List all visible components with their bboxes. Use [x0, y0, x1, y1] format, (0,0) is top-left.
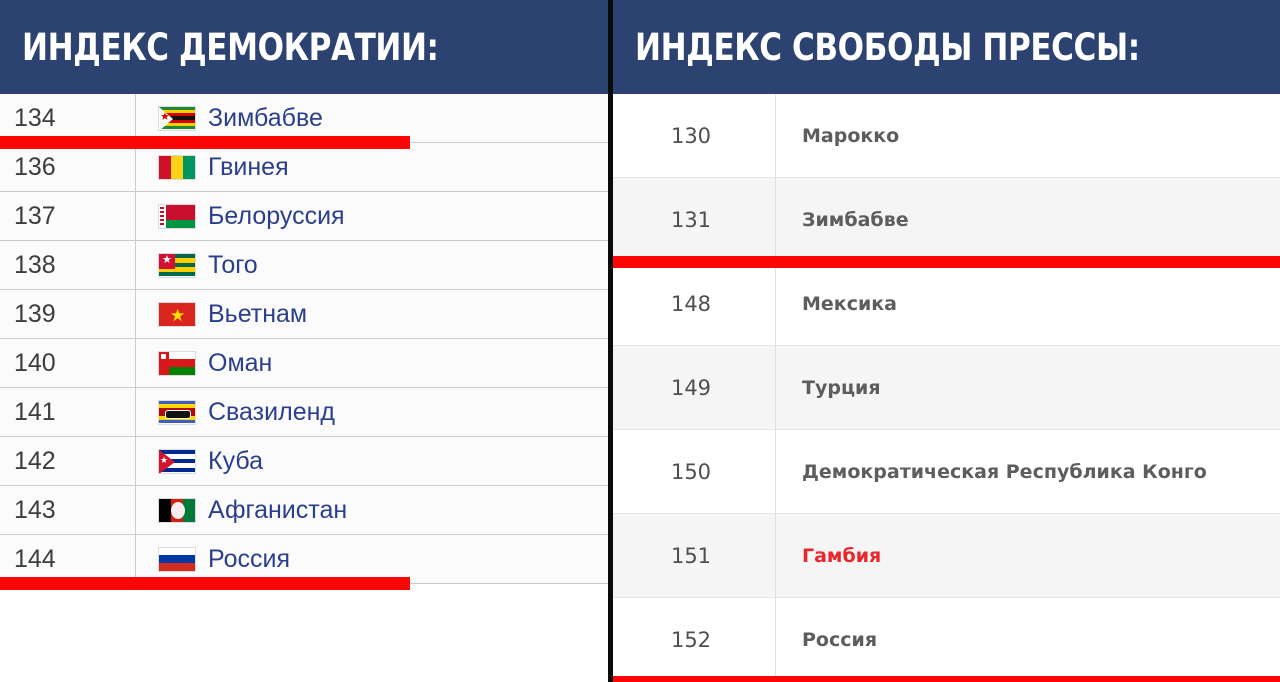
country-name[interactable]: Свазиленд [208, 398, 335, 427]
country-cell: ★ Куба [136, 437, 608, 486]
red-highlight-bar [613, 256, 1280, 268]
country-name: Марокко [802, 124, 900, 147]
table-row: 149 Турция [613, 345, 1280, 430]
rank-cell: 148 [613, 261, 776, 346]
table-row: 151 Гамбия [613, 513, 1280, 598]
country-name[interactable]: Того [208, 251, 258, 280]
country-name[interactable]: Зимбабве [208, 104, 323, 133]
table-row: 140 Оман [0, 338, 608, 388]
country-name[interactable]: Афганистан [208, 496, 347, 525]
country-name[interactable]: Вьетнам [208, 300, 307, 329]
red-highlight-bar [0, 577, 410, 590]
country-name: Мексика [802, 292, 897, 315]
table-row: 148 Мексика [613, 261, 1280, 346]
press-freedom-index-table: 130 Марокко 131 Зимбабве 148 Мексика 149 Турция… [613, 93, 1280, 682]
rank-cell: 150 [613, 429, 776, 514]
flag-vietnam-icon: ★ [158, 301, 196, 327]
country-name: Зимбабве [802, 208, 909, 231]
press-freedom-index-panel: ИНДЕКС СВОБОДЫ ПРЕССЫ: 130 Марокко 131 Зимб… [613, 0, 1280, 682]
red-highlight-bar [613, 676, 1280, 682]
democracy-index-header: ИНДЕКС ДЕМОКРАТИИ: [0, 0, 608, 94]
country-cell: Свазиленд [136, 388, 608, 437]
rank-cell: 130 [613, 93, 776, 178]
rank-cell: 140 [0, 338, 136, 388]
table-row: 142 ★ Куба [0, 436, 608, 486]
rank-cell: 149 [613, 345, 776, 430]
press-freedom-index-header: ИНДЕКС СВОБОДЫ ПРЕССЫ: [613, 0, 1280, 94]
flag-afghanistan-icon [158, 497, 196, 523]
country-cell: ★ Вьетнам [136, 290, 608, 339]
rank-cell: 141 [0, 387, 136, 437]
rank-cell: 131 [613, 177, 776, 262]
table-row: 141 Свазиленд [0, 387, 608, 437]
country-cell: Белоруссия [136, 192, 608, 241]
flag-zimbabwe-icon: ★ [158, 105, 196, 131]
table-row: 152 Россия [613, 597, 1280, 682]
flag-eswatini-icon [158, 399, 196, 425]
country-cell: Афганистан [136, 486, 608, 535]
democracy-index-panel: ИНДЕКС ДЕМОКРАТИИ: 134 ★ Зимбабве 136 Гвинея… [0, 0, 608, 682]
rank-cell: 142 [0, 436, 136, 486]
table-row: 137 Белоруссия [0, 191, 608, 241]
press-freedom-index-title: ИНДЕКС СВОБОДЫ ПРЕССЫ: [635, 25, 1140, 69]
country-name[interactable]: Белоруссия [208, 202, 345, 231]
country-name[interactable]: Оман [208, 349, 272, 378]
rank-cell: 138 [0, 240, 136, 290]
red-highlight-bar [0, 136, 410, 149]
democracy-index-title: ИНДЕКС ДЕМОКРАТИИ: [22, 25, 439, 69]
country-cell: Гвинея [136, 143, 608, 192]
country-name: Россия [802, 628, 878, 651]
rank-cell: 136 [0, 142, 136, 192]
rank-cell: 143 [0, 485, 136, 535]
flag-oman-icon [158, 350, 196, 376]
flag-cuba-icon: ★ [158, 448, 196, 474]
table-row: 150 Демократическая Республика Конго [613, 429, 1280, 514]
country-name: Демократическая Республика Конго [802, 460, 1207, 483]
country-cell: Оман [136, 339, 608, 388]
table-row: 136 Гвинея [0, 142, 608, 192]
rank-cell: 152 [613, 597, 776, 682]
flag-togo-icon: ★ [158, 252, 196, 278]
flag-belarus-icon [158, 203, 196, 229]
flag-guinea-icon [158, 154, 196, 180]
rank-cell: 137 [0, 191, 136, 241]
country-name: Турция [802, 376, 881, 399]
country-name[interactable]: Гвинея [208, 153, 289, 182]
country-name[interactable]: Куба [208, 447, 263, 476]
democracy-index-table: 134 ★ Зимбабве 136 Гвинея 137 Белоруссия 138 ★ То… [0, 93, 608, 590]
country-name[interactable]: Россия [208, 545, 290, 574]
table-row: 143 Афганистан [0, 485, 608, 535]
comparison-infographic: ИНДЕКС ДЕМОКРАТИИ: 134 ★ Зимбабве 136 Гвинея… [0, 0, 1280, 682]
table-row: 130 Марокко [613, 93, 1280, 178]
country-name-highlighted: Гамбия [802, 544, 882, 567]
table-row: 131 Зимбабве [613, 177, 1280, 262]
country-cell: ★ Того [136, 241, 608, 290]
table-row: 139 ★ Вьетнам [0, 289, 608, 339]
rank-cell: 151 [613, 513, 776, 598]
flag-russia-icon [158, 546, 196, 572]
table-row: 138 ★ Того [0, 240, 608, 290]
rank-cell: 139 [0, 289, 136, 339]
